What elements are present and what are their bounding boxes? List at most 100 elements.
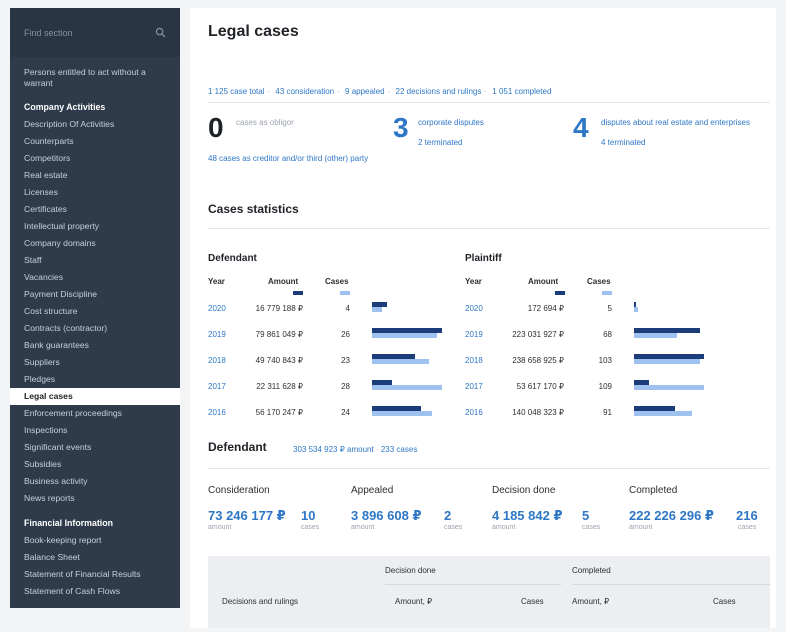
sidebar-item-certificates[interactable]: Certificates <box>10 201 180 218</box>
defendant-row-amount: 56 170 247 ₽ <box>255 408 303 417</box>
sidebar-item-intellectual-property[interactable]: Intellectual property <box>10 218 180 235</box>
defendant-cases-link[interactable]: 233 cases <box>381 445 417 454</box>
divider <box>208 228 770 229</box>
kpi-cases-caption: cases <box>444 524 463 531</box>
sidebar-item-statement-of-financial-results[interactable]: Statement of Financial Results <box>10 566 180 583</box>
kpi-amount-completed[interactable]: 222 226 296 ₽ <box>629 508 714 524</box>
cases-legend-swatch <box>602 291 612 295</box>
plaintiff-amount-header: Amount <box>528 277 559 286</box>
summary-total-link[interactable]: 1 125 case total <box>208 87 264 96</box>
defendant-row-amount: 49 740 843 ₽ <box>255 356 303 365</box>
plaintiff-row-amount: 53 617 170 ₽ <box>516 382 564 391</box>
defendant-row-year[interactable]: 2018 <box>208 356 226 365</box>
sidebar-item-counterparts[interactable]: Counterparts <box>10 133 180 150</box>
kpi-label-consideration: Consideration <box>208 485 270 496</box>
search-input[interactable]: Find section <box>24 28 73 38</box>
creditor-link[interactable]: 48 cases as creditor and/or third (other… <box>208 154 388 164</box>
plaintiff-row-year[interactable]: 2019 <box>465 330 483 339</box>
sidebar-item-licenses[interactable]: Licenses <box>10 184 180 201</box>
realestate-label[interactable]: disputes about real estate and enterpris… <box>601 118 751 128</box>
sidebar-section-financial-information: Financial Information <box>24 518 113 528</box>
sidebar-item-bank-guarantees[interactable]: Bank guarantees <box>10 337 180 354</box>
defendant-row-year[interactable]: 2019 <box>208 330 226 339</box>
corporate-terminated[interactable]: 2 terminated <box>418 138 462 148</box>
sidebar-item-business-activity[interactable]: Business activity <box>10 473 180 490</box>
realestate-terminated[interactable]: 4 terminated <box>601 138 645 148</box>
kpi-cases-appealed[interactable]: 2 <box>444 508 451 523</box>
plaintiff-row-year[interactable]: 2017 <box>465 382 483 391</box>
plaintiff-cases-bar <box>634 411 693 416</box>
sidebar-item-payment-discipline[interactable]: Payment Discipline <box>10 286 180 303</box>
sidebar-search[interactable]: Find section <box>10 8 180 57</box>
summary-completed-link[interactable]: 1 051 completed <box>492 87 551 96</box>
defendant-row-amount: 16 779 188 ₽ <box>255 304 303 313</box>
cases-legend-swatch <box>340 291 350 295</box>
summary-consideration-link[interactable]: 43 consideration <box>275 87 334 96</box>
sidebar-item-vacancies[interactable]: Vacancies <box>10 269 180 286</box>
sidebar-item-inspections[interactable]: Inspections <box>10 422 180 439</box>
defendant-row-year[interactable]: 2017 <box>208 382 226 391</box>
sidebar-item-statement-of-cash-flows[interactable]: Statement of Cash Flows <box>10 583 180 600</box>
summary-decisions-link[interactable]: 22 decisions and rulings <box>396 87 482 96</box>
kpi-cases-consideration[interactable]: 10 <box>301 508 315 523</box>
sidebar-item-news-reports[interactable]: News reports <box>10 490 180 507</box>
summary-appealed-link[interactable]: 9 appealed <box>345 87 385 96</box>
obligor-count: 0 <box>208 112 224 143</box>
plaintiff-row-cases: 109 <box>598 382 612 391</box>
sidebar-item-real-estate[interactable]: Real estate <box>10 167 180 184</box>
kpi-amount-caption: amount <box>208 524 232 531</box>
kpi-cases-caption: cases <box>582 524 601 531</box>
defendant-summary-totals: 303 534 923 ₽ amount · 233 cases <box>293 445 418 454</box>
kpi-label-decision-done: Decision done <box>492 485 556 496</box>
corporate-label[interactable]: corporate disputes <box>418 118 484 128</box>
kpi-amount-appealed[interactable]: 3 896 608 ₽ <box>351 508 422 524</box>
plaintiff-cases-bar <box>634 333 678 338</box>
table-col-cases-completed: Cases <box>713 597 736 606</box>
sidebar-item-balance-sheet[interactable]: Balance Sheet <box>10 549 180 566</box>
sidebar-item-significant-events[interactable]: Significant events <box>10 439 180 456</box>
defendant-row-cases: 4 <box>345 304 350 313</box>
page: Find section Persons entitled to act wit… <box>0 0 786 632</box>
kpi-cases-completed[interactable]: 216 <box>736 508 758 523</box>
sidebar-item-subsidies[interactable]: Subsidies <box>10 456 180 473</box>
kpi-amount-decision-done[interactable]: 4 185 842 ₽ <box>492 508 563 524</box>
plaintiff-row-year[interactable]: 2020 <box>465 304 483 313</box>
plaintiff-cases-bar <box>634 359 700 364</box>
defendant-summary-title: Defendant <box>208 440 267 454</box>
cases-summary: 1 125 case total · 43 consideration · 9 ap… <box>208 87 552 96</box>
sidebar-item-enforcement-proceedings[interactable]: Enforcement proceedings <box>10 405 180 422</box>
realestate-count[interactable]: 4 <box>573 112 589 144</box>
sidebar-item-description-of-activities[interactable]: Description Of Activities <box>10 116 180 133</box>
defendant-row-cases: 23 <box>341 356 350 365</box>
sidebar-item-legal-cases[interactable]: Legal cases <box>10 388 180 405</box>
sidebar-item-competitors[interactable]: Competitors <box>10 150 180 167</box>
divider <box>208 102 770 103</box>
kpi-cases-decision-done[interactable]: 5 <box>582 508 589 523</box>
table-divider <box>385 584 561 585</box>
sidebar-item-company-domains[interactable]: Company domains <box>10 235 180 252</box>
search-icon[interactable] <box>155 27 166 38</box>
plaintiff-row-year[interactable]: 2018 <box>465 356 483 365</box>
sidebar-item-persons-entitled[interactable]: Persons entitled to act without a warran… <box>10 65 180 99</box>
defendant-amount-link[interactable]: 303 534 923 ₽ amount <box>293 445 374 454</box>
sidebar-item-book-keeping-report[interactable]: Book-keeping report <box>10 532 180 549</box>
plaintiff-cases-bar <box>634 385 704 390</box>
sidebar-item-cost-structure[interactable]: Cost structure <box>10 303 180 320</box>
plaintiff-row-year[interactable]: 2016 <box>465 408 483 417</box>
sidebar-item-pledges[interactable]: Pledges <box>10 371 180 388</box>
plaintiff-year-header: Year <box>465 277 482 286</box>
sidebar-item-staff[interactable]: Staff <box>10 252 180 269</box>
defendant-row-year[interactable]: 2020 <box>208 304 226 313</box>
plaintiff-row-amount: 140 048 323 ₽ <box>512 408 564 417</box>
obligor-label: cases as obligor <box>236 118 294 127</box>
corporate-count[interactable]: 3 <box>393 112 409 144</box>
page-title: Legal cases <box>208 23 299 40</box>
sidebar-item-suppliers[interactable]: Suppliers <box>10 354 180 371</box>
defendant-row-amount: 79 861 049 ₽ <box>255 330 303 339</box>
defendant-row-year[interactable]: 2016 <box>208 408 226 417</box>
amount-legend-swatch <box>293 291 303 295</box>
defendant-row-amount: 22 311 628 ₽ <box>256 382 303 391</box>
kpi-amount-consideration[interactable]: 73 246 177 ₽ <box>208 508 286 524</box>
sidebar-item-contracts-contractor[interactable]: Contracts (contractor) <box>10 320 180 337</box>
kpi-amount-caption: amount <box>629 524 653 531</box>
